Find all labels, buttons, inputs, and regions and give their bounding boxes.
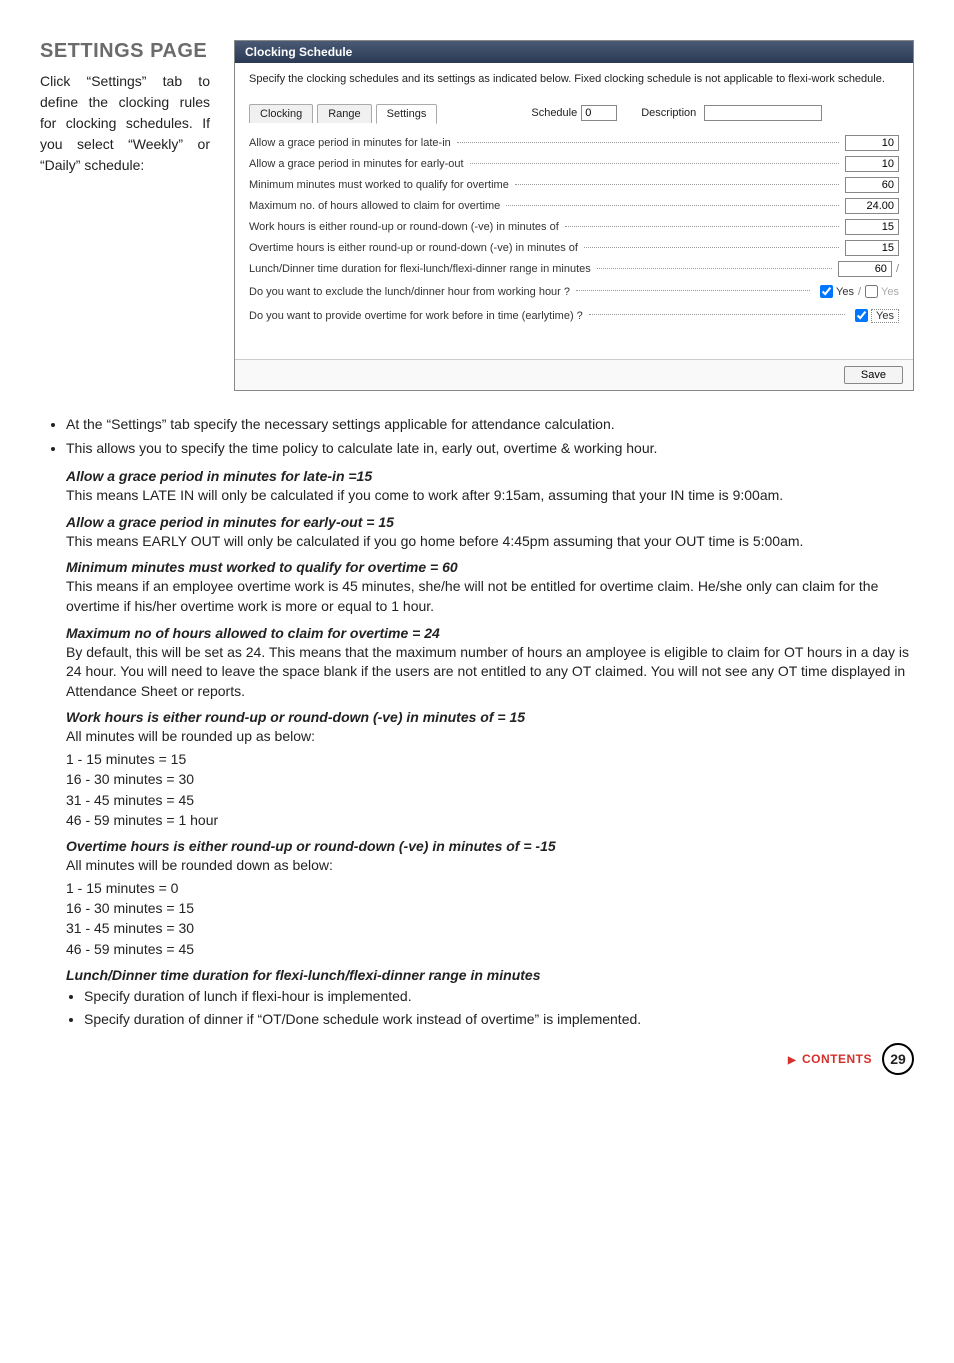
line-late-in-label: Allow a grace period in minutes for late… xyxy=(249,137,451,149)
intro-text: Click “Settings” tab to define the clock… xyxy=(40,71,210,176)
line-early-ot-label: Do you want to provide overtime for work… xyxy=(249,310,583,322)
body-early-out: This means EARLY OUT will only be calcul… xyxy=(66,532,914,552)
line-min-ot-value[interactable] xyxy=(845,177,899,193)
heading-min-ot: Minimum minutes must worked to qualify f… xyxy=(66,559,914,575)
round-ot-l2: 16 - 30 minutes = 15 xyxy=(66,898,914,918)
schedule-label: Schedule xyxy=(531,107,577,119)
round-ot-l3: 31 - 45 minutes = 30 xyxy=(66,918,914,938)
slash-icon: / xyxy=(896,263,899,275)
body-max-ot: By default, this will be set as 24. This… xyxy=(66,643,914,702)
panel-description: Specify the clocking schedules and its s… xyxy=(249,73,899,85)
exclude-lunch-yes-2: Yes xyxy=(881,286,899,298)
line-exclude-lunch-label: Do you want to exclude the lunch/dinner … xyxy=(249,286,570,298)
schedule-input[interactable] xyxy=(581,105,617,121)
line-max-ot-value[interactable] xyxy=(845,198,899,214)
lunch-dinner-b2: Specify duration of dinner if “OT/Done s… xyxy=(84,1010,914,1030)
line-lunch-dur-value[interactable] xyxy=(838,261,892,277)
round-work-l2: 16 - 30 minutes = 30 xyxy=(66,769,914,789)
settings-page-title: SETTINGS PAGE xyxy=(40,40,210,63)
line-lunch-dur-label: Lunch/Dinner time duration for flexi-lun… xyxy=(249,263,591,275)
round-work-l3: 31 - 45 minutes = 45 xyxy=(66,790,914,810)
save-button[interactable]: Save xyxy=(844,366,903,384)
heading-round-ot: Overtime hours is either round-up or rou… xyxy=(66,838,914,854)
bullet-time-policy: This allows you to specify the time poli… xyxy=(66,439,914,459)
contents-label: CONTENTS xyxy=(802,1052,872,1066)
heading-early-out: Allow a grace period in minutes for earl… xyxy=(66,514,914,530)
line-round-work-value[interactable] xyxy=(845,219,899,235)
round-ot-l4: 46 - 59 minutes = 45 xyxy=(66,939,914,959)
slash-icon-2: / xyxy=(858,286,861,298)
heading-round-work: Work hours is either round-up or round-d… xyxy=(66,709,914,725)
page-number: 29 xyxy=(882,1043,914,1075)
exclude-lunch-yes-1: Yes xyxy=(836,286,854,298)
body-round-work: All minutes will be rounded up as below: xyxy=(66,727,914,747)
body-min-ot: This means if an employee overtime work … xyxy=(66,577,914,616)
line-round-ot-label: Overtime hours is either round-up or rou… xyxy=(249,242,578,254)
round-work-l4: 46 - 59 minutes = 1 hour xyxy=(66,810,914,830)
exclude-lunch-checkbox-2[interactable] xyxy=(865,285,878,298)
heading-lunch-dinner: Lunch/Dinner time duration for flexi-lun… xyxy=(66,967,914,983)
heading-max-ot: Maximum no of hours allowed to claim for… xyxy=(66,625,914,641)
line-round-ot-value[interactable] xyxy=(845,240,899,256)
line-late-in-value[interactable] xyxy=(845,135,899,151)
lunch-dinner-b1: Specify duration of lunch if flexi-hour … xyxy=(84,987,914,1007)
tab-settings[interactable]: Settings xyxy=(376,104,438,124)
early-ot-yes: Yes xyxy=(871,309,899,323)
line-round-work-label: Work hours is either round-up or round-d… xyxy=(249,221,559,233)
line-min-ot-label: Minimum minutes must worked to qualify f… xyxy=(249,179,509,191)
clocking-schedule-panel: Clocking Schedule Specify the clocking s… xyxy=(234,40,914,391)
bullet-settings-tab: At the “Settings” tab specify the necess… xyxy=(66,415,914,435)
panel-titlebar: Clocking Schedule xyxy=(235,41,913,63)
tab-clocking[interactable]: Clocking xyxy=(249,104,313,123)
early-ot-checkbox[interactable] xyxy=(855,309,868,322)
arrow-right-icon: ▶ xyxy=(788,1055,796,1066)
line-max-ot-label: Maximum no. of hours allowed to claim fo… xyxy=(249,200,500,212)
description-label: Description xyxy=(641,107,696,119)
round-work-l1: 1 - 15 minutes = 15 xyxy=(66,749,914,769)
tab-range[interactable]: Range xyxy=(317,104,371,123)
body-late-in: This means LATE IN will only be calculat… xyxy=(66,486,914,506)
line-early-out-label: Allow a grace period in minutes for earl… xyxy=(249,158,464,170)
heading-late-in: Allow a grace period in minutes for late… xyxy=(66,468,914,484)
line-early-out-value[interactable] xyxy=(845,156,899,172)
round-ot-l1: 1 - 15 minutes = 0 xyxy=(66,878,914,898)
contents-link[interactable]: ▶ CONTENTS xyxy=(788,1052,872,1066)
body-round-ot: All minutes will be rounded down as belo… xyxy=(66,856,914,876)
description-input[interactable] xyxy=(704,105,822,121)
exclude-lunch-checkbox-1[interactable] xyxy=(820,285,833,298)
